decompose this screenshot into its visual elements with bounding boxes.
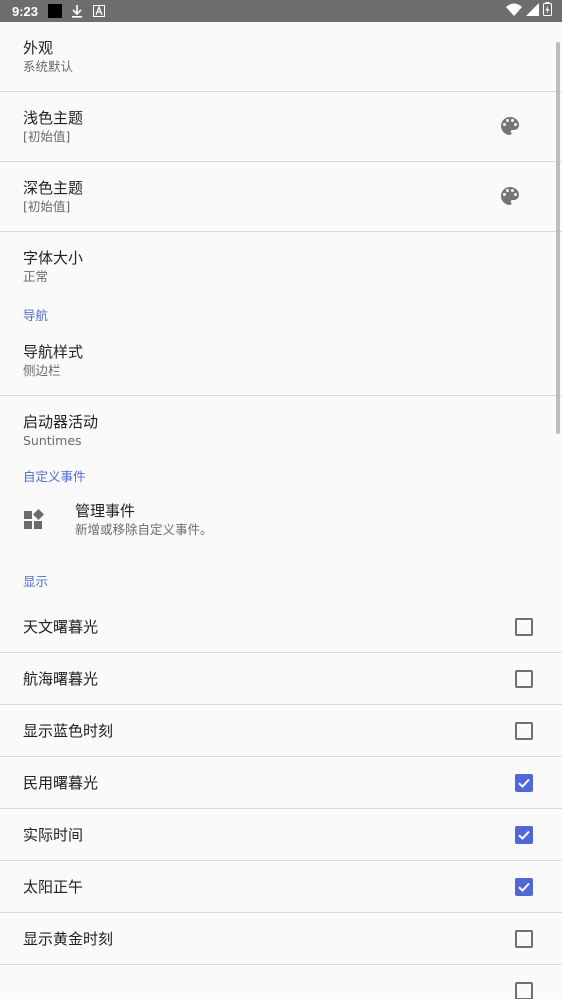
display-item-row[interactable]: 显示蓝色时刻: [0, 705, 562, 757]
category-navigation: 导航: [23, 308, 49, 323]
display-item-row[interactable]: 民用曙暮光: [0, 757, 562, 809]
appearance-pref[interactable]: 外观 系统默认: [0, 22, 562, 92]
category-display: 显示: [23, 574, 49, 589]
launcher-summary: Suntimes: [23, 433, 82, 448]
category-custom-events: 自定义事件: [23, 469, 86, 484]
appearance-summary: 系统默认: [23, 59, 74, 74]
dark-theme-summary: [初始值]: [23, 199, 71, 214]
status-bar: 9:23: [0, 0, 562, 22]
widgets-icon: [23, 509, 45, 531]
check-icon: [518, 882, 530, 892]
status-time: 9:23: [12, 3, 39, 19]
check-icon: [518, 830, 530, 840]
font-size-summary: 正常: [23, 269, 49, 284]
display-item-label: 航海曙暮光: [23, 670, 99, 688]
display-item-label: 天文曙暮光: [23, 618, 99, 636]
nav-style-pref[interactable]: 导航样式 侧边栏: [0, 336, 562, 396]
settings-list[interactable]: 外观 系统默认 浅色主题 [初始值] 深色主题 [初始值] 字体大小 正常 导航…: [0, 22, 562, 999]
font-size-pref[interactable]: 字体大小 正常: [0, 232, 562, 302]
display-item-row[interactable]: 天文曙暮光: [0, 601, 562, 653]
palette-icon: [498, 114, 522, 138]
palette-icon: [498, 184, 522, 208]
display-item-row[interactable]: 太阳正午: [0, 861, 562, 913]
light-theme-pref[interactable]: 浅色主题 [初始值]: [0, 92, 562, 162]
checkbox-unchecked[interactable]: [515, 670, 533, 688]
light-theme-title: 浅色主题: [23, 109, 84, 127]
font-size-title: 字体大小: [23, 249, 84, 267]
manage-events-summary: 新增或移除自定义事件。: [75, 522, 213, 537]
font-icon: [92, 4, 106, 18]
scrollbar[interactable]: [556, 42, 560, 434]
battery-icon: [543, 2, 552, 20]
display-item-label: 民用曙暮光: [23, 774, 99, 792]
display-item-label: 太阳正午: [23, 878, 84, 896]
light-theme-summary: [初始值]: [23, 129, 71, 144]
display-item-label: 显示黄金时刻: [23, 930, 114, 948]
display-item-row[interactable]: 航海曙暮光: [0, 653, 562, 705]
nav-style-summary: 侧边栏: [23, 363, 61, 378]
checkbox-checked[interactable]: [515, 774, 533, 792]
display-item-label: 显示蓝色时刻: [23, 722, 114, 740]
checkbox-unchecked[interactable]: [515, 618, 533, 636]
download-icon: [70, 4, 84, 18]
nav-style-title: 导航样式: [23, 343, 84, 361]
wifi-icon: [506, 3, 522, 20]
checkbox-checked[interactable]: [515, 826, 533, 844]
display-item-row[interactable]: 显示黄金时刻: [0, 913, 562, 965]
checkbox-unchecked[interactable]: [515, 722, 533, 740]
launcher-title: 启动器活动: [23, 413, 99, 431]
checkbox-unchecked[interactable]: [515, 982, 533, 999]
check-icon: [518, 778, 530, 788]
dark-theme-title: 深色主题: [23, 179, 84, 197]
manage-events-title: 管理事件: [75, 502, 136, 520]
appearance-title: 外观: [23, 39, 54, 57]
display-item-label: 实际时间: [23, 826, 84, 844]
checkbox-unchecked[interactable]: [515, 930, 533, 948]
notification-icon: [48, 4, 63, 18]
manage-events-pref[interactable]: 管理事件 新增或移除自定义事件。: [0, 496, 562, 552]
display-item-row[interactable]: [0, 965, 562, 999]
signal-icon: [526, 2, 539, 20]
launcher-pref[interactable]: 启动器活动 Suntimes: [0, 396, 562, 466]
display-list: 天文曙暮光航海曙暮光显示蓝色时刻 民用曙暮光实际时间太阳正午显示黄金时刻: [0, 601, 562, 999]
display-item-row[interactable]: 实际时间: [0, 809, 562, 861]
checkbox-checked[interactable]: [515, 878, 533, 896]
dark-theme-pref[interactable]: 深色主题 [初始值]: [0, 162, 562, 232]
